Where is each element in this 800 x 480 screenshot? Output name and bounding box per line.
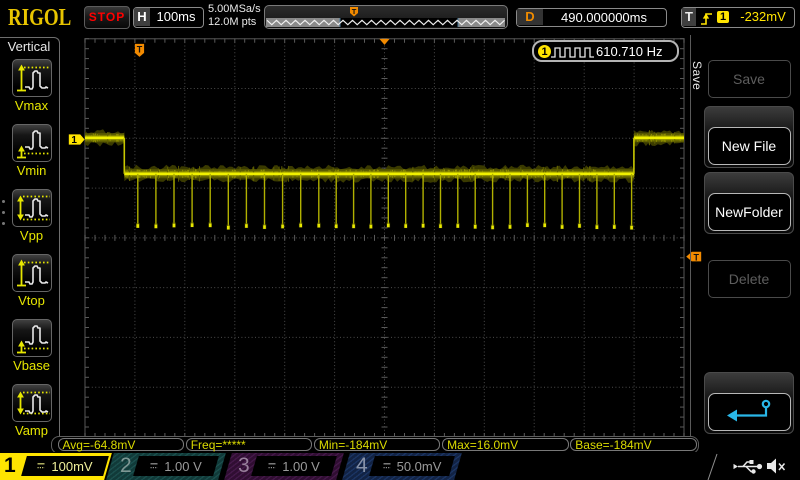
svg-text:1: 1 xyxy=(71,135,77,146)
svg-text:T: T xyxy=(693,252,699,262)
svg-text:T: T xyxy=(137,45,143,55)
